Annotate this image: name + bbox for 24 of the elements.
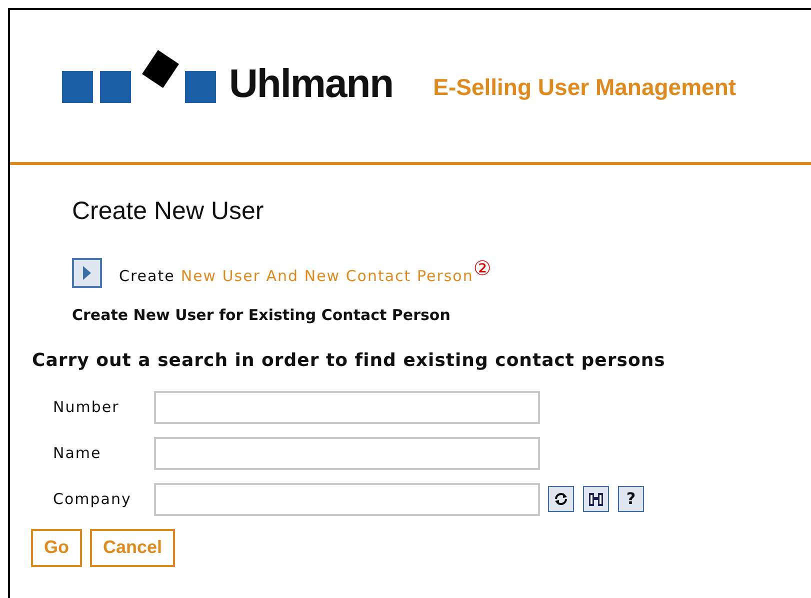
expand-arrow-button[interactable] (72, 258, 102, 288)
binoculars-icon (587, 490, 605, 508)
annotation-marker: ② (473, 258, 492, 278)
help-button[interactable]: ? (618, 486, 644, 512)
input-field[interactable] (154, 390, 540, 424)
app-title: E-Selling User Management (433, 72, 736, 102)
logo-wordmark: Uhlmann (229, 64, 394, 104)
cancel-button[interactable]: Cancel (90, 528, 176, 566)
go-button[interactable]: Go (31, 528, 82, 566)
search-heading: Carry out a search in order to find existing contact persons (32, 348, 666, 372)
create-label: Create (119, 266, 175, 287)
field-label: Number (53, 396, 120, 418)
field-label: Company (53, 488, 132, 510)
refresh-icon (553, 491, 569, 507)
logo-squares-icon (62, 50, 217, 104)
new-user-link[interactable]: New User And New Contact Person (180, 264, 474, 288)
input-field[interactable] (154, 436, 540, 470)
field-label: Name (53, 442, 102, 464)
page-title: Create New User (72, 199, 265, 224)
section-label: Create New User for Existing Contact Person (72, 305, 452, 326)
input-field[interactable] (154, 482, 540, 516)
play-arrow-icon (83, 266, 91, 280)
refresh-button[interactable] (548, 486, 574, 512)
binoculars-button[interactable] (583, 486, 609, 512)
